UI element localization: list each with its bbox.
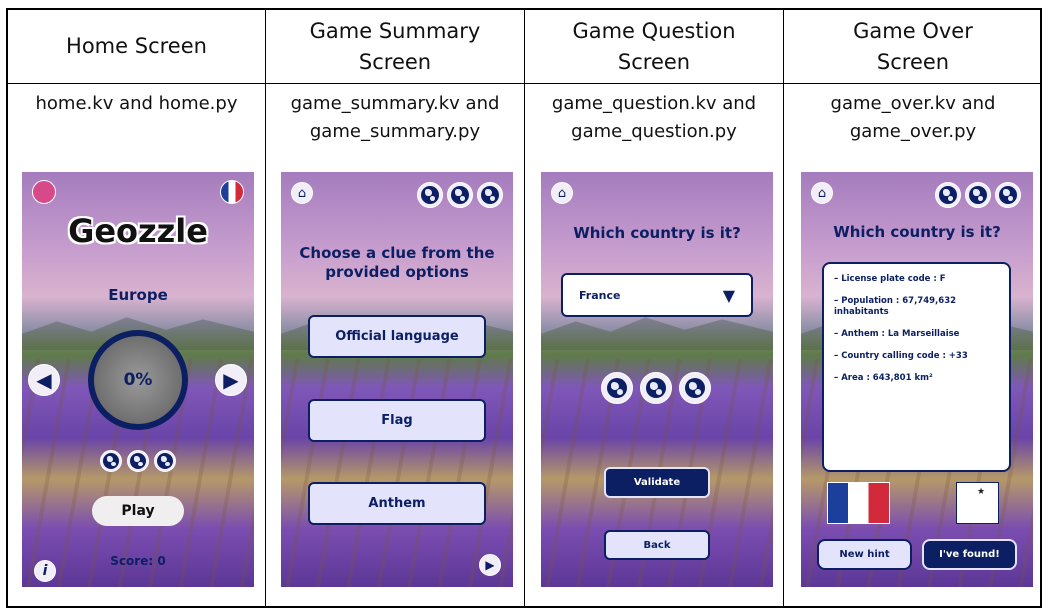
previous-region-button[interactable]: ◀ [28,364,60,396]
next-region-button[interactable]: ▶ [215,364,247,396]
game-question-screen: ⌂ Which country is it? France ▼ Validate… [541,172,773,587]
clue-line: – License plate code : F [834,274,946,284]
game-summary-screen: ⌂ Choose a clue from the provided option… [281,172,513,587]
info-icon[interactable]: i [34,560,56,582]
question-prompt: Which country is it? [573,224,741,242]
background-lavender-rows [281,358,513,587]
column-heading: Game Summary Screen [309,18,481,74]
score-label: Score: 0 [110,554,166,568]
progress-percent: 0% [123,370,153,390]
selected-country: France [579,288,621,302]
summary-prompt: Choose a clue from the provided options [299,244,495,281]
planet-icon[interactable] [447,182,473,208]
play-button[interactable]: Play [92,496,184,526]
next-arrow-icon[interactable]: ▶ [479,554,501,576]
clues-panel: – License plate code : F – Population : … [822,262,1011,472]
column-files: game_summary.kv and game_summary.py [290,93,500,142]
hint-globe-icon[interactable] [640,372,672,404]
hint-globe-icon[interactable] [679,372,711,404]
hint-slot-icon [127,450,149,472]
planet-icon[interactable] [477,182,503,208]
emblem-clue-image: ★ [956,482,999,524]
game-over-screen: ⌂ Which country is it? – License plate c… [801,172,1033,587]
hint-globe-icon[interactable] [965,182,991,208]
hint-globe-icon[interactable] [935,182,961,208]
region-progress-map[interactable]: 0% [88,330,188,430]
screens-table: Home Screen home.kv and home.py Geozzle … [6,8,1042,608]
found-button[interactable]: I've found! [922,539,1017,570]
language-flag-icon[interactable] [220,180,244,204]
clue-option-language[interactable]: Official language [308,315,486,358]
question-prompt: Which country is it? [833,223,1001,241]
hint-globe-icon[interactable] [995,182,1021,208]
hint-slot-icon [100,450,122,472]
hint-slot-icon [154,450,176,472]
validate-button[interactable]: Validate [604,467,710,498]
planet-icon[interactable] [417,182,443,208]
country-dropdown[interactable]: France ▼ [561,273,753,317]
column-question: Game Question Screen game_question.kv an… [525,10,783,606]
column-heading: Home Screen [66,34,207,58]
clue-line: – Country calling code : +33 [834,351,968,361]
star-icon: ★ [977,487,986,497]
column-summary: Game Summary Screen game_summary.kv and … [266,10,524,606]
column-over: Game Over Screen game_over.kv and game_o… [784,10,1042,606]
column-heading: Game Question Screen [572,18,736,74]
clue-option-anthem[interactable]: Anthem [308,482,486,525]
new-hint-button[interactable]: New hint [817,539,912,570]
column-home: Home Screen home.kv and home.py Geozzle … [8,10,265,606]
back-button[interactable]: Back [604,530,710,560]
home-icon[interactable]: ⌂ [551,182,573,204]
clue-line: – Anthem : La Marseillaise [834,329,960,339]
chevron-down-icon: ▼ [722,285,735,305]
column-files: home.kv and home.py [35,93,238,114]
clue-line: – Area : 643,801 km² [834,373,933,383]
home-icon[interactable]: ⌂ [291,182,313,204]
home-screen: Geozzle Europe ◀ ▶ 0% Play Score: 0 i [22,172,254,587]
clue-line: – Population : 67,749,632 inhabitants [834,296,957,317]
region-label: Europe [108,286,168,304]
column-heading: Game Over Screen [853,18,973,74]
flag-clue-image [827,482,890,524]
app-title: Geozzle [68,212,208,250]
home-icon[interactable]: ⌂ [811,182,833,204]
clue-option-flag[interactable]: Flag [308,399,486,442]
column-files: game_question.kv and game_question.py [551,93,757,142]
hint-globe-icon[interactable] [601,372,633,404]
logo-icon[interactable] [32,180,56,204]
column-files: game_over.kv and game_over.py [830,93,996,142]
